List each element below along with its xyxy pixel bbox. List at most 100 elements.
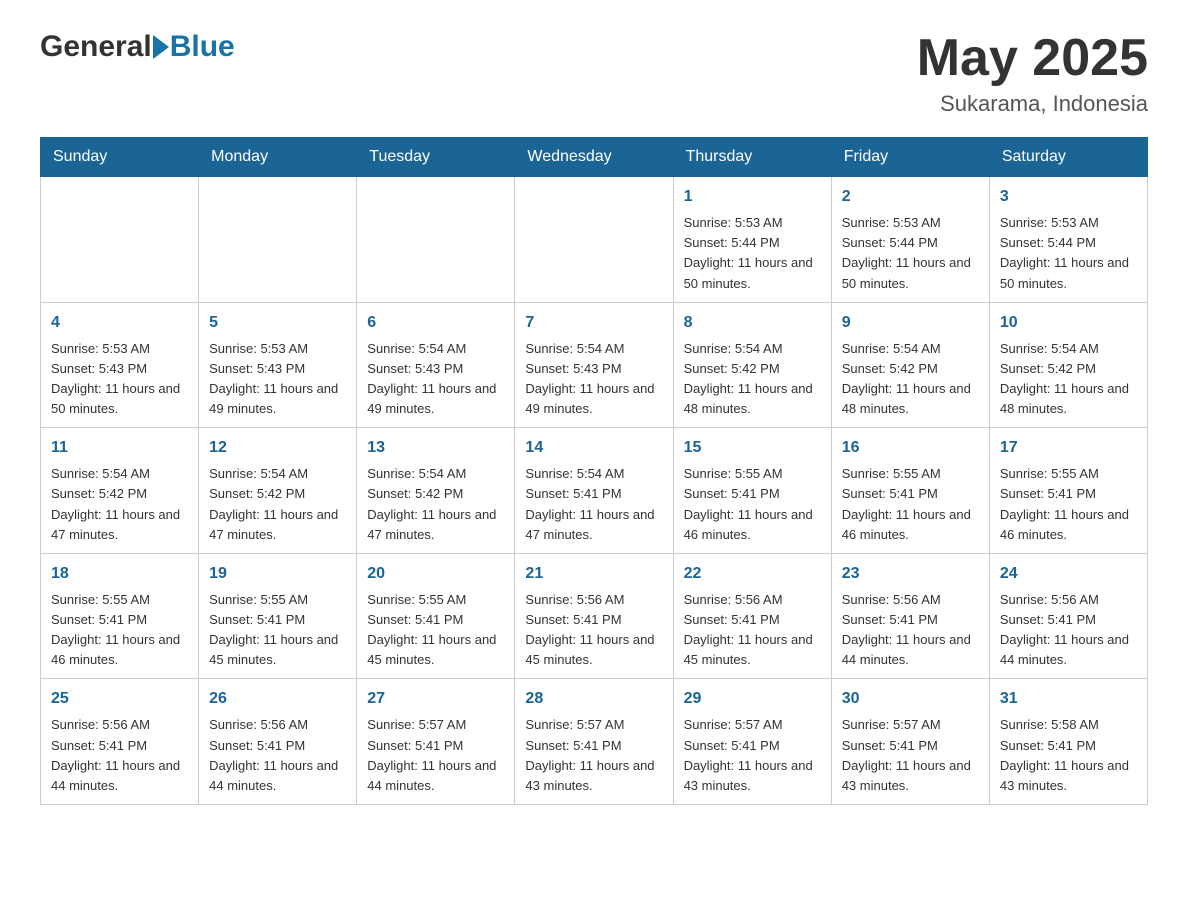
day-info: Sunrise: 5:56 AMSunset: 5:41 PMDaylight:… bbox=[842, 590, 979, 671]
calendar-cell: 9 Sunrise: 5:54 AMSunset: 5:42 PMDaylight… bbox=[831, 302, 989, 428]
calendar-cell: 6 Sunrise: 5:54 AMSunset: 5:43 PMDaylight… bbox=[357, 302, 515, 428]
day-number: 13 bbox=[367, 436, 504, 460]
day-number: 9 bbox=[842, 311, 979, 335]
day-info: Sunrise: 5:53 AMSunset: 5:44 PMDaylight:… bbox=[684, 213, 821, 294]
calendar-cell: 4 Sunrise: 5:53 AMSunset: 5:43 PMDaylight… bbox=[41, 302, 199, 428]
calendar-cell: 7Sunrise: 5:54 AMSunset: 5:43 PMDaylight… bbox=[515, 302, 673, 428]
day-info: Sunrise: 5:58 AMSunset: 5:41 PMDaylight:… bbox=[1000, 715, 1137, 796]
calendar-cell: 16 Sunrise: 5:55 AMSunset: 5:41 PMDayligh… bbox=[831, 428, 989, 554]
calendar-cell: 31 Sunrise: 5:58 AMSunset: 5:41 PMDayligh… bbox=[989, 679, 1147, 805]
day-of-week-header: Sunday bbox=[41, 138, 199, 177]
day-info: Sunrise: 5:54 AMSunset: 5:42 PMDaylight:… bbox=[842, 339, 979, 420]
day-number: 24 bbox=[1000, 562, 1137, 586]
calendar-cell: 5Sunrise: 5:53 AMSunset: 5:43 PMDaylight… bbox=[199, 302, 357, 428]
day-number: 17 bbox=[1000, 436, 1137, 460]
day-info: Sunrise: 5:54 AMSunset: 5:41 PMDaylight:… bbox=[525, 464, 662, 545]
calendar-cell bbox=[199, 177, 357, 303]
day-of-week-header: Tuesday bbox=[357, 138, 515, 177]
calendar-cell: 27Sunrise: 5:57 AMSunset: 5:41 PMDayligh… bbox=[357, 679, 515, 805]
day-number: 15 bbox=[684, 436, 821, 460]
calendar-cell: 1Sunrise: 5:53 AMSunset: 5:44 PMDaylight… bbox=[673, 177, 831, 303]
location: Sukarama, Indonesia bbox=[917, 91, 1148, 117]
page: General Blue May 2025 Sukarama, Indonesi… bbox=[0, 0, 1188, 835]
day-info: Sunrise: 5:54 AMSunset: 5:42 PMDaylight:… bbox=[367, 464, 504, 545]
day-number: 31 bbox=[1000, 687, 1137, 711]
logo-arrow-icon bbox=[153, 35, 169, 59]
day-info: Sunrise: 5:54 AMSunset: 5:42 PMDaylight:… bbox=[209, 464, 346, 545]
calendar-cell: 30 Sunrise: 5:57 AMSunset: 5:41 PMDayligh… bbox=[831, 679, 989, 805]
day-info: Sunrise: 5:57 AMSunset: 5:41 PMDaylight:… bbox=[367, 715, 504, 796]
day-info: Sunrise: 5:55 AMSunset: 5:41 PMDaylight:… bbox=[842, 464, 979, 545]
day-info: Sunrise: 5:53 AMSunset: 5:43 PMDaylight:… bbox=[51, 339, 188, 420]
calendar-week-row: 4 Sunrise: 5:53 AMSunset: 5:43 PMDaylight… bbox=[41, 302, 1148, 428]
day-info: Sunrise: 5:55 AMSunset: 5:41 PMDaylight:… bbox=[684, 464, 821, 545]
day-number: 22 bbox=[684, 562, 821, 586]
day-of-week-header: Saturday bbox=[989, 138, 1147, 177]
calendar-header-row: SundayMondayTuesdayWednesdayThursdayFrid… bbox=[41, 138, 1148, 177]
calendar-cell: 25Sunrise: 5:56 AMSunset: 5:41 PMDayligh… bbox=[41, 679, 199, 805]
day-number: 28 bbox=[525, 687, 662, 711]
day-number: 4 bbox=[51, 311, 188, 335]
calendar-cell: 8 Sunrise: 5:54 AMSunset: 5:42 PMDaylight… bbox=[673, 302, 831, 428]
calendar-cell: 17Sunrise: 5:55 AMSunset: 5:41 PMDayligh… bbox=[989, 428, 1147, 554]
calendar-cell: 14 Sunrise: 5:54 AMSunset: 5:41 PMDayligh… bbox=[515, 428, 673, 554]
day-number: 3 bbox=[1000, 185, 1137, 209]
day-info: Sunrise: 5:56 AMSunset: 5:41 PMDaylight:… bbox=[684, 590, 821, 671]
day-info: Sunrise: 5:53 AMSunset: 5:44 PMDaylight:… bbox=[1000, 213, 1137, 294]
day-info: Sunrise: 5:57 AMSunset: 5:41 PMDaylight:… bbox=[684, 715, 821, 796]
calendar-week-row: 25Sunrise: 5:56 AMSunset: 5:41 PMDayligh… bbox=[41, 679, 1148, 805]
calendar-week-row: 1Sunrise: 5:53 AMSunset: 5:44 PMDaylight… bbox=[41, 177, 1148, 303]
calendar-cell: 28 Sunrise: 5:57 AMSunset: 5:41 PMDayligh… bbox=[515, 679, 673, 805]
calendar-cell: 24 Sunrise: 5:56 AMSunset: 5:41 PMDayligh… bbox=[989, 553, 1147, 679]
day-info: Sunrise: 5:57 AMSunset: 5:41 PMDaylight:… bbox=[525, 715, 662, 796]
day-info: Sunrise: 5:57 AMSunset: 5:41 PMDaylight:… bbox=[842, 715, 979, 796]
day-number: 14 bbox=[525, 436, 662, 460]
day-number: 10 bbox=[1000, 311, 1137, 335]
day-info: Sunrise: 5:54 AMSunset: 5:43 PMDaylight:… bbox=[367, 339, 504, 420]
day-number: 23 bbox=[842, 562, 979, 586]
title-area: May 2025 Sukarama, Indonesia bbox=[917, 30, 1148, 117]
calendar-cell: 15 Sunrise: 5:55 AMSunset: 5:41 PMDayligh… bbox=[673, 428, 831, 554]
day-info: Sunrise: 5:55 AMSunset: 5:41 PMDaylight:… bbox=[51, 590, 188, 671]
day-number: 5 bbox=[209, 311, 346, 335]
day-number: 6 bbox=[367, 311, 504, 335]
calendar-cell: 20Sunrise: 5:55 AMSunset: 5:41 PMDayligh… bbox=[357, 553, 515, 679]
calendar-cell: 19Sunrise: 5:55 AMSunset: 5:41 PMDayligh… bbox=[199, 553, 357, 679]
calendar-cell: 13 Sunrise: 5:54 AMSunset: 5:42 PMDayligh… bbox=[357, 428, 515, 554]
calendar-table: SundayMondayTuesdayWednesdayThursdayFrid… bbox=[40, 137, 1148, 805]
day-number: 30 bbox=[842, 687, 979, 711]
calendar-cell: 29 Sunrise: 5:57 AMSunset: 5:41 PMDayligh… bbox=[673, 679, 831, 805]
calendar-cell: 11 Sunrise: 5:54 AMSunset: 5:42 PMDayligh… bbox=[41, 428, 199, 554]
day-info: Sunrise: 5:56 AMSunset: 5:41 PMDaylight:… bbox=[209, 715, 346, 796]
day-number: 29 bbox=[684, 687, 821, 711]
day-info: Sunrise: 5:54 AMSunset: 5:42 PMDaylight:… bbox=[684, 339, 821, 420]
day-info: Sunrise: 5:56 AMSunset: 5:41 PMDaylight:… bbox=[1000, 590, 1137, 671]
logo-blue-text: Blue bbox=[170, 30, 235, 64]
day-number: 8 bbox=[684, 311, 821, 335]
calendar-week-row: 11 Sunrise: 5:54 AMSunset: 5:42 PMDayligh… bbox=[41, 428, 1148, 554]
calendar-week-row: 18Sunrise: 5:55 AMSunset: 5:41 PMDayligh… bbox=[41, 553, 1148, 679]
logo-general-text: General bbox=[40, 30, 152, 64]
day-number: 20 bbox=[367, 562, 504, 586]
day-number: 11 bbox=[51, 436, 188, 460]
day-info: Sunrise: 5:56 AMSunset: 5:41 PMDaylight:… bbox=[51, 715, 188, 796]
day-info: Sunrise: 5:54 AMSunset: 5:42 PMDaylight:… bbox=[51, 464, 188, 545]
calendar-cell: 2 Sunrise: 5:53 AMSunset: 5:44 PMDaylight… bbox=[831, 177, 989, 303]
day-number: 26 bbox=[209, 687, 346, 711]
calendar-cell: 18Sunrise: 5:55 AMSunset: 5:41 PMDayligh… bbox=[41, 553, 199, 679]
day-of-week-header: Thursday bbox=[673, 138, 831, 177]
calendar-cell bbox=[41, 177, 199, 303]
month-title: May 2025 bbox=[917, 30, 1148, 87]
day-number: 2 bbox=[842, 185, 979, 209]
day-info: Sunrise: 5:53 AMSunset: 5:44 PMDaylight:… bbox=[842, 213, 979, 294]
calendar-cell: 10 Sunrise: 5:54 AMSunset: 5:42 PMDayligh… bbox=[989, 302, 1147, 428]
day-number: 16 bbox=[842, 436, 979, 460]
header: General Blue May 2025 Sukarama, Indonesi… bbox=[40, 30, 1148, 117]
day-info: Sunrise: 5:54 AMSunset: 5:42 PMDaylight:… bbox=[1000, 339, 1137, 420]
calendar-cell: 21Sunrise: 5:56 AMSunset: 5:41 PMDayligh… bbox=[515, 553, 673, 679]
calendar-cell: 26 Sunrise: 5:56 AMSunset: 5:41 PMDayligh… bbox=[199, 679, 357, 805]
calendar-cell: 23 Sunrise: 5:56 AMSunset: 5:41 PMDayligh… bbox=[831, 553, 989, 679]
day-info: Sunrise: 5:56 AMSunset: 5:41 PMDaylight:… bbox=[525, 590, 662, 671]
calendar-cell: 22 Sunrise: 5:56 AMSunset: 5:41 PMDayligh… bbox=[673, 553, 831, 679]
day-number: 12 bbox=[209, 436, 346, 460]
